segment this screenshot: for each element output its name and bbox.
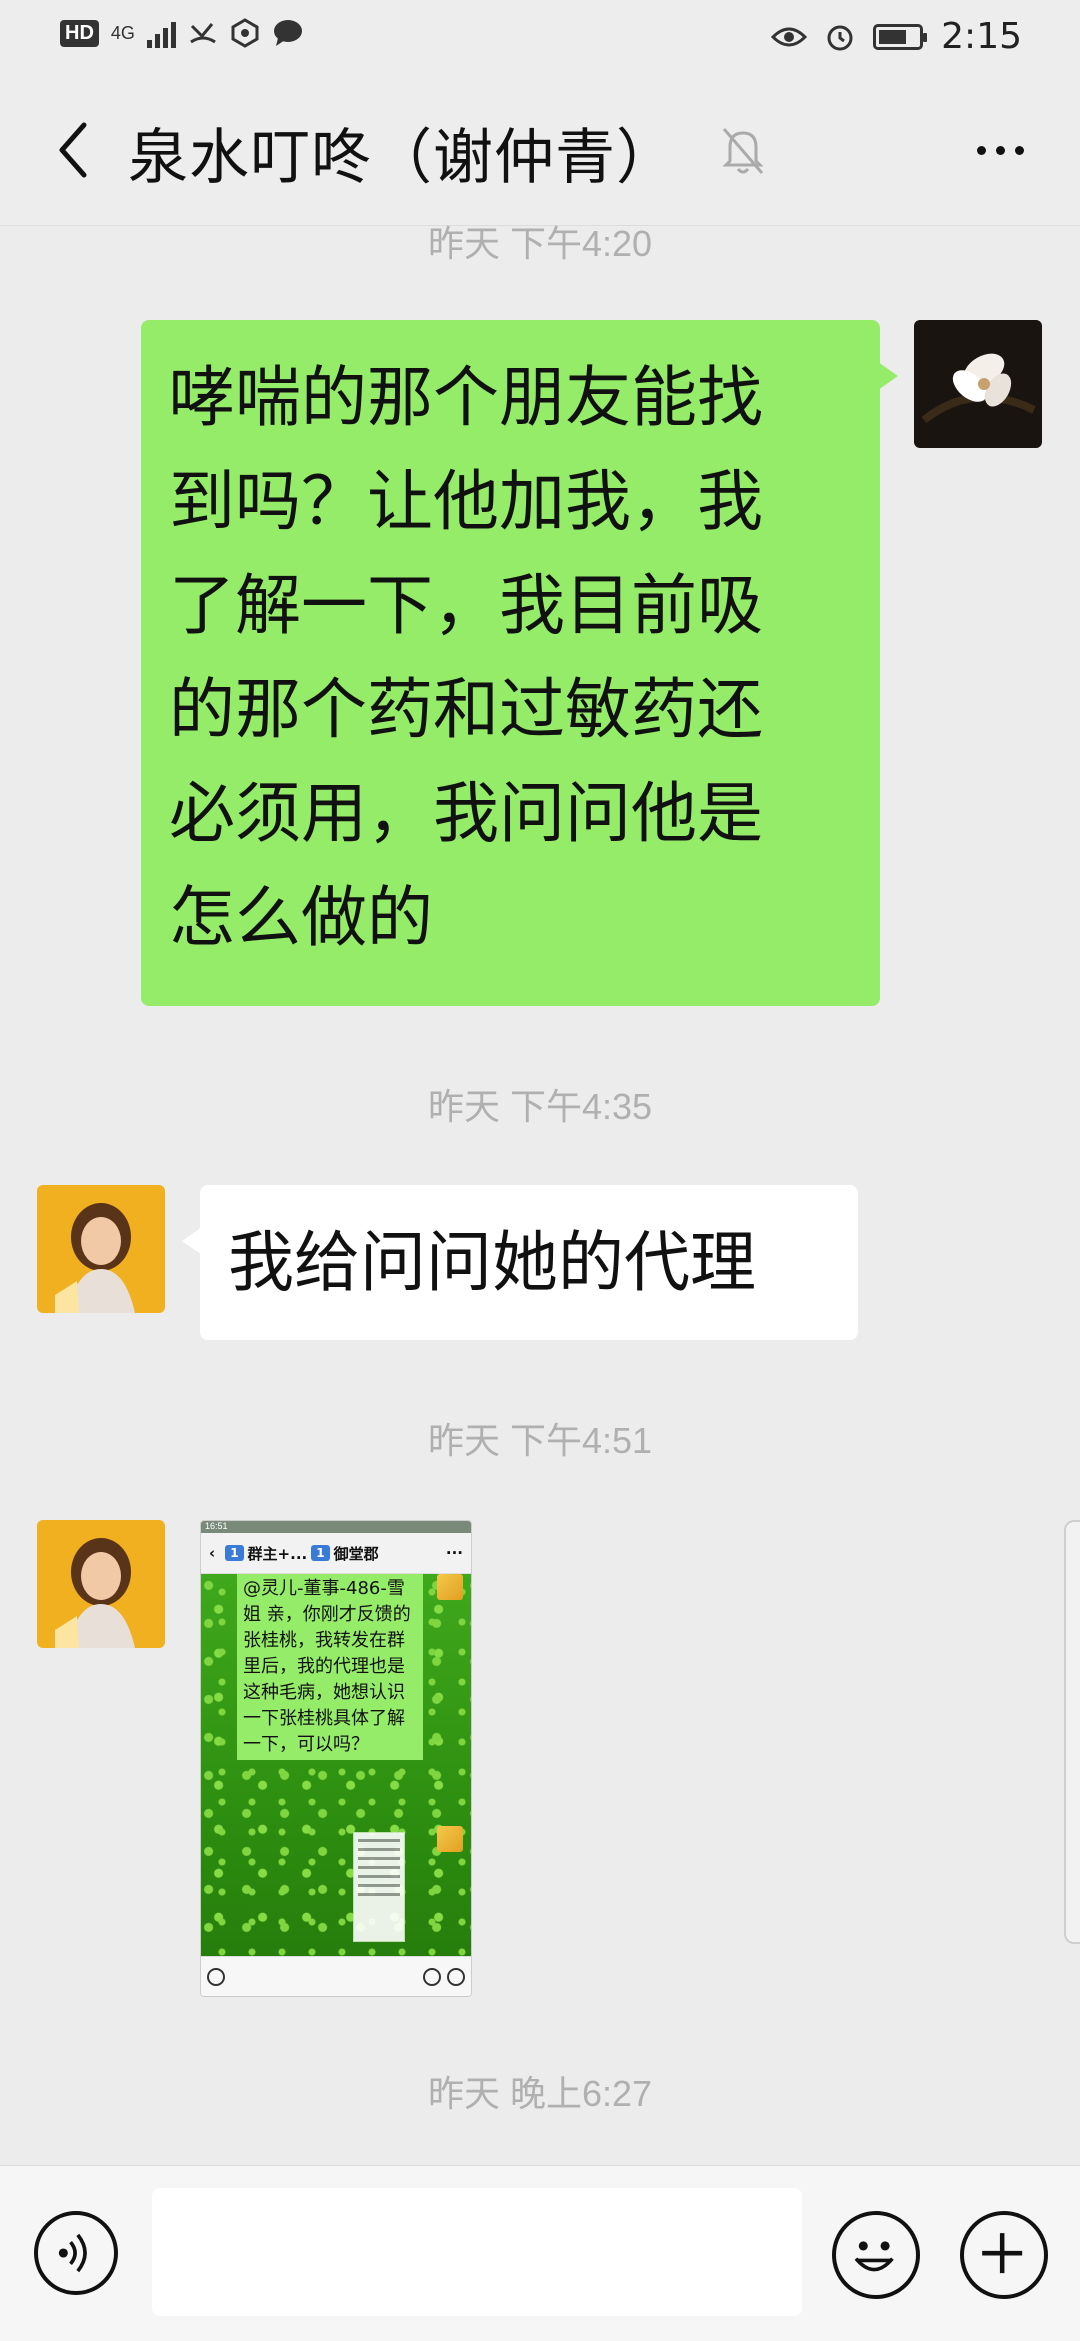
- screenshot-back-icon: ‹: [209, 1544, 216, 1562]
- chat-header: 泉水叮咚（谢仲青）: [0, 75, 1080, 226]
- message-notification-icon: [273, 20, 302, 46]
- screenshot-time: 16:51: [205, 1521, 228, 1531]
- scroll-handle[interactable]: [1064, 1520, 1080, 1944]
- screenshot-nested-image: [353, 1832, 405, 1942]
- more-icon[interactable]: [960, 123, 1040, 178]
- screenshot-voice-icon: [207, 1967, 225, 1986]
- missed-call-icon: [190, 23, 216, 44]
- my-avatar[interactable]: [914, 320, 1042, 448]
- screenshot-header: ‹ 1 群主+... 1 御堂郡 ···: [201, 1533, 471, 1574]
- signal-icon: [146, 18, 176, 48]
- message-line: 的那个药和过敏药还: [169, 671, 763, 748]
- timestamp: 昨天 下午4:20: [427, 223, 653, 264]
- screenshot-emoji-icon: [423, 1967, 441, 1986]
- screenshot-plus-icon: [447, 1967, 465, 1986]
- screenshot-message: @灵儿-董事-486-雪姐 亲，你刚才反馈的张桂桃，我转发在群里后，我的代理也是…: [237, 1574, 423, 1760]
- message-bubble-incoming[interactable]: 我给问问她的代理: [182, 1185, 858, 1340]
- screenshot-avatar: [437, 1574, 463, 1600]
- message-text: 我给问问她的代理: [228, 1224, 756, 1301]
- screenshot-input-bar: [201, 1956, 471, 1996]
- status-bar: HD 4G 2:15: [0, 0, 1080, 75]
- status-left: HD 4G: [60, 18, 304, 48]
- alarm-icon: [827, 25, 853, 50]
- voice-icon[interactable]: [34, 2211, 118, 2295]
- mute-bell-icon: [722, 128, 764, 174]
- contact-avatar[interactable]: [37, 1185, 165, 1313]
- message-line: 哮喘的那个朋友能找: [169, 359, 763, 436]
- app-notification-icon: [231, 18, 259, 48]
- battery-icon: [873, 23, 928, 50]
- eye-icon: [771, 27, 808, 46]
- chat-title: 泉水叮咚（谢仲青）: [128, 123, 677, 193]
- message-input[interactable]: [152, 2188, 802, 2316]
- message-line: 了解一下，我目前吸: [169, 567, 763, 644]
- plus-icon[interactable]: [960, 2211, 1048, 2299]
- screenshot-avatar: [437, 1826, 463, 1852]
- message-bubble-outgoing[interactable]: 哮喘的那个朋友能找 到吗？让他加我，我 了解一下，我目前吸 的那个药和过敏药还 …: [141, 320, 898, 1006]
- timestamp: 昨天 下午4:35: [427, 1086, 653, 1127]
- screenshot-badge: 1: [225, 1545, 244, 1561]
- screenshot-chat-name-2: 御堂郡: [333, 1544, 379, 1563]
- screenshot-chat-name-1: 群主+...: [247, 1544, 308, 1563]
- message-line: 必须用，我问问他是: [169, 775, 763, 852]
- network-type: 4G: [110, 22, 135, 43]
- screenshot-more-icon: ···: [445, 1544, 463, 1562]
- input-bar: [0, 2165, 1080, 2341]
- status-right: 2:15: [771, 16, 1022, 57]
- back-icon[interactable]: [40, 113, 110, 188]
- message-line: 怎么做的: [169, 879, 433, 956]
- screenshot-chat-body: @灵儿-董事-486-雪姐 亲，你刚才反馈的张桂桃，我转发在群里后，我的代理也是…: [201, 1574, 471, 1956]
- image-message[interactable]: 16:51 ‹ 1 群主+... 1 御堂郡 ··· @灵儿-董事-486-雪姐…: [200, 1520, 472, 1997]
- clock: 2:15: [941, 16, 1022, 57]
- message-line: 到吗？让他加我，我: [169, 463, 763, 540]
- screenshot-badge: 1: [311, 1545, 330, 1561]
- screenshot-status-bar: 16:51: [201, 1521, 471, 1533]
- contact-avatar[interactable]: [37, 1520, 165, 1648]
- hd-badge: HD: [60, 19, 99, 47]
- timestamp: 昨天 下午4:51: [427, 1420, 653, 1461]
- timestamp: 昨天 晚上6:27: [427, 2073, 653, 2114]
- emoji-icon[interactable]: [832, 2211, 920, 2299]
